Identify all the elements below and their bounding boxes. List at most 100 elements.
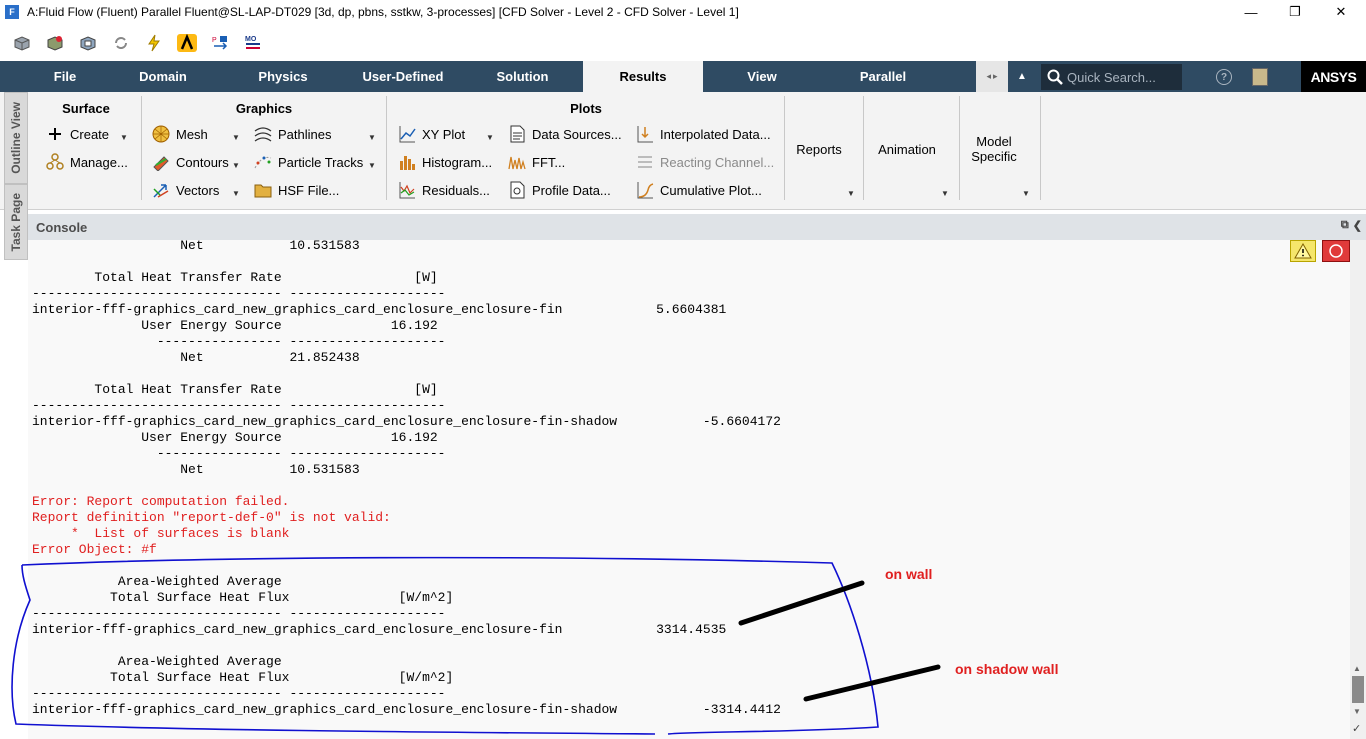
on-wall-annotation: on wall bbox=[885, 566, 933, 582]
outline-view-label: Outline View bbox=[9, 102, 23, 174]
chevron-down-icon[interactable]: ▼ bbox=[368, 133, 376, 142]
console-error-line: Error: Report computation failed. bbox=[32, 494, 290, 509]
side-tab-strip: Outline View Task Page bbox=[4, 92, 28, 260]
tab-scroll-right-icon[interactable]: ▸ bbox=[993, 71, 998, 82]
checkmark-icon[interactable]: ✓ bbox=[1352, 722, 1361, 735]
console-line: interior-fff-graphics_card_new_graphics_… bbox=[32, 622, 727, 637]
stop-button[interactable] bbox=[1322, 240, 1350, 262]
tab-domain[interactable]: Domain bbox=[104, 61, 222, 92]
chevron-down-icon[interactable]: ▼ bbox=[368, 161, 376, 170]
console-line: Net 10.531583 bbox=[32, 462, 360, 477]
graphics-group-title: Graphics bbox=[235, 101, 293, 116]
particle-tracks-button[interactable]: Particle Tracks bbox=[254, 153, 363, 171]
memory-icon[interactable]: MO bbox=[241, 31, 265, 55]
tab-parallel[interactable]: Parallel bbox=[821, 61, 945, 92]
documentation-icon[interactable] bbox=[1252, 68, 1268, 86]
mesh-icon bbox=[152, 125, 170, 143]
chevron-down-icon[interactable]: ▼ bbox=[1022, 189, 1030, 198]
quick-access-toolbar: P MO bbox=[0, 24, 1366, 61]
console-line: Total Heat Transfer Rate [W] bbox=[32, 382, 438, 397]
chevron-down-icon[interactable]: ▼ bbox=[120, 133, 128, 142]
hsf-file-button[interactable]: HSF File... bbox=[254, 181, 339, 199]
tab-physics[interactable]: Physics bbox=[222, 61, 344, 92]
tab-file[interactable]: File bbox=[26, 61, 104, 92]
mesh-button[interactable]: Mesh bbox=[152, 125, 208, 143]
vectors-label: Vectors bbox=[176, 182, 220, 198]
reacting-channel-button: Reacting Channel... bbox=[636, 153, 774, 171]
fft-button[interactable]: FFT... bbox=[508, 153, 565, 171]
ribbon-divider bbox=[784, 96, 785, 200]
tab-results[interactable]: Results bbox=[583, 61, 703, 92]
collapse-ribbon-icon[interactable]: ▲ bbox=[1010, 61, 1034, 92]
chevron-down-icon[interactable]: ▼ bbox=[232, 161, 240, 170]
profile-data-icon bbox=[508, 181, 526, 199]
chevron-down-icon[interactable]: ▼ bbox=[232, 133, 240, 142]
chevron-down-icon[interactable]: ▼ bbox=[232, 189, 240, 198]
console-scrollbar[interactable]: ▲ ▼ ✓ bbox=[1350, 240, 1366, 739]
model-specific-button[interactable]: Model Specific bbox=[964, 134, 1024, 164]
refresh-icon[interactable] bbox=[109, 31, 133, 55]
histogram-button[interactable]: Histogram... bbox=[398, 153, 492, 171]
chevron-down-icon[interactable]: ▼ bbox=[486, 133, 494, 142]
graphics-group: Graphics Mesh ▼ Contours ▼ Vectors ▼ Pat… bbox=[144, 96, 384, 200]
chevron-down-icon[interactable]: ▼ bbox=[941, 189, 949, 198]
scroll-up-icon[interactable]: ▲ bbox=[1353, 664, 1361, 673]
ribbon-panel: Surface Create ▼ Manage... Graphics Mesh… bbox=[0, 92, 1366, 210]
console-line: Total Surface Heat Flux [W/m^2] bbox=[32, 590, 454, 605]
surface-manage-button[interactable]: Manage... bbox=[46, 153, 128, 171]
xy-plot-label: XY Plot bbox=[422, 126, 466, 142]
vectors-icon bbox=[152, 181, 170, 199]
title-bar: F A:Fluid Flow (Fluent) Parallel Fluent@… bbox=[0, 0, 1366, 24]
new-case-icon[interactable] bbox=[10, 31, 34, 55]
reports-button[interactable]: Reports bbox=[788, 142, 850, 157]
scroll-down-icon[interactable]: ▼ bbox=[1353, 707, 1361, 716]
task-page-tab[interactable]: Task Page bbox=[4, 184, 28, 260]
residuals-button[interactable]: Residuals... bbox=[398, 181, 490, 199]
svg-text:MO: MO bbox=[245, 36, 257, 43]
read-case-icon[interactable] bbox=[43, 31, 67, 55]
tab-view[interactable]: View bbox=[703, 61, 821, 92]
undock-icon[interactable]: ⧉ bbox=[1341, 219, 1349, 232]
contours-button[interactable]: Contours bbox=[152, 153, 229, 171]
data-sources-button[interactable]: Data Sources... bbox=[508, 125, 622, 143]
maximize-button[interactable]: ❐ bbox=[1272, 0, 1318, 24]
help-icon[interactable]: ? bbox=[1216, 69, 1232, 85]
model-specific-label-line1: Model bbox=[976, 134, 1012, 149]
reacting-channel-icon bbox=[636, 153, 654, 171]
write-case-icon[interactable] bbox=[76, 31, 100, 55]
xy-plot-button[interactable]: XY Plot bbox=[398, 125, 465, 143]
data-sources-icon bbox=[508, 125, 526, 143]
collapse-icon[interactable]: ❮ bbox=[1353, 219, 1362, 232]
console-output[interactable]: Net 10.531583 Total Heat Transfer Rate [… bbox=[28, 240, 1350, 739]
ansys-a-icon[interactable] bbox=[175, 31, 199, 55]
outline-view-tab[interactable]: Outline View bbox=[4, 92, 28, 184]
console-line: -------------------------------- -------… bbox=[32, 398, 446, 413]
tab-scroll-left-icon[interactable]: ◂ bbox=[986, 71, 991, 82]
lightning-icon[interactable] bbox=[142, 31, 166, 55]
close-button[interactable]: ✕ bbox=[1318, 0, 1364, 24]
scrollbar-thumb[interactable] bbox=[1352, 676, 1364, 703]
warning-button[interactable] bbox=[1290, 240, 1316, 262]
chevron-down-icon[interactable]: ▼ bbox=[847, 189, 855, 198]
tab-solution[interactable]: Solution bbox=[462, 61, 583, 92]
vectors-button[interactable]: Vectors bbox=[152, 181, 219, 199]
console-header: Console ⧉ ❮ bbox=[28, 214, 1366, 240]
quick-search-input[interactable]: Quick Search... bbox=[1041, 64, 1182, 90]
cumulative-plot-button[interactable]: Cumulative Plot... bbox=[636, 181, 762, 199]
ribbon-divider bbox=[386, 96, 387, 200]
pathlines-icon bbox=[254, 125, 272, 143]
console-line: Area-Weighted Average bbox=[32, 574, 282, 589]
surface-create-button[interactable]: Create bbox=[46, 125, 109, 143]
pathlines-button[interactable]: Pathlines bbox=[254, 125, 331, 143]
tab-user-defined[interactable]: User-Defined bbox=[344, 61, 462, 92]
animation-button[interactable]: Animation bbox=[868, 142, 946, 157]
minimize-button[interactable]: — bbox=[1228, 0, 1274, 24]
plots-group-title: Plots bbox=[570, 101, 602, 116]
tab-scroll-arrows[interactable]: ◂ ▸ bbox=[976, 61, 1008, 92]
cumulative-plot-label: Cumulative Plot... bbox=[660, 182, 762, 198]
hsf-file-label: HSF File... bbox=[278, 182, 340, 198]
profile-data-button[interactable]: Profile Data... bbox=[508, 181, 611, 199]
parallel-settings-icon[interactable]: P bbox=[208, 31, 232, 55]
interpolated-data-button[interactable]: Interpolated Data... bbox=[636, 125, 771, 143]
console-line: User Energy Source 16.192 bbox=[32, 318, 438, 333]
